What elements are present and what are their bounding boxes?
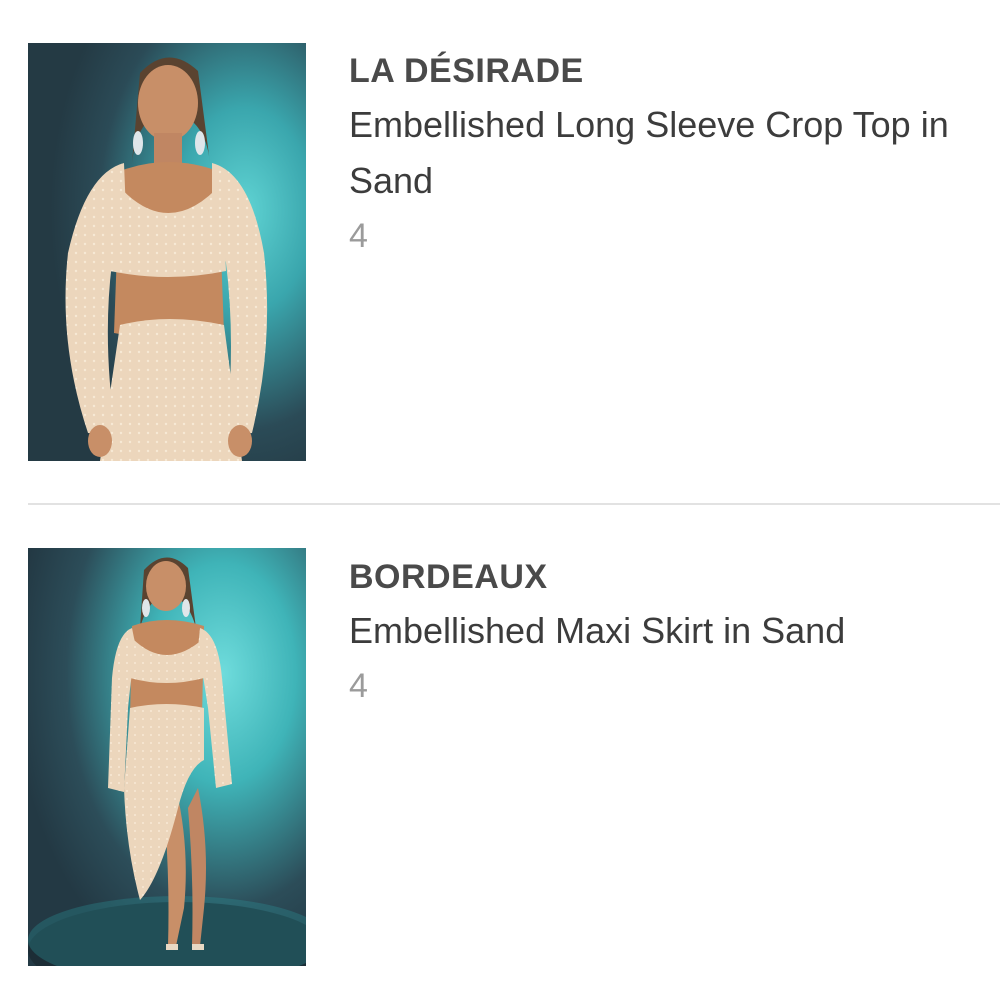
brand-name: BORDEAUX (349, 558, 548, 596)
cart-item-list: LA DÉSIRADE Embellished Long Sleeve Crop… (0, 0, 1000, 1000)
product-info: BORDEAUX Embellished Maxi Skirt in Sand … (349, 555, 960, 711)
quantity: 4 (349, 217, 368, 255)
product-name[interactable]: Embellished Maxi Skirt in Sand (349, 603, 949, 659)
quantity: 4 (349, 667, 368, 705)
product-image[interactable] (28, 43, 306, 461)
list-item[interactable]: BORDEAUX Embellished Maxi Skirt in Sand … (0, 506, 1000, 1000)
divider (28, 503, 1000, 505)
product-info: LA DÉSIRADE Embellished Long Sleeve Crop… (349, 49, 960, 261)
list-item[interactable]: LA DÉSIRADE Embellished Long Sleeve Crop… (0, 0, 1000, 504)
product-name[interactable]: Embellished Long Sleeve Crop Top in Sand (349, 97, 949, 209)
product-image[interactable] (28, 548, 306, 966)
brand-name: LA DÉSIRADE (349, 52, 584, 90)
